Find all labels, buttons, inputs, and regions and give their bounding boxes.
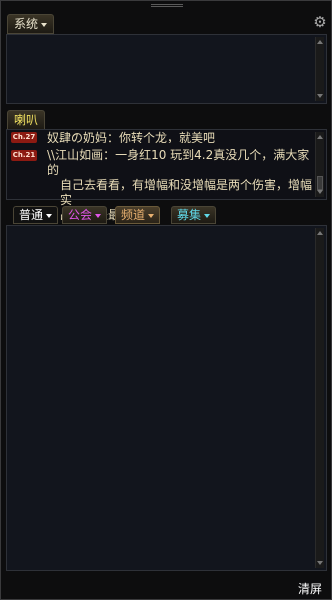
scroll-up-icon[interactable]	[317, 40, 323, 44]
system-tab[interactable]: 系统	[7, 14, 55, 34]
system-tab-label: 系统	[14, 17, 39, 31]
tab-guild[interactable]: 公会	[62, 206, 108, 224]
window-drag-handle[interactable]	[151, 4, 183, 7]
main-chat-pane	[6, 225, 327, 571]
tab-channel[interactable]: 频道	[115, 206, 161, 224]
gear-icon[interactable]: ⚙	[312, 14, 328, 30]
tab-normal-label: 普通	[19, 208, 44, 222]
horn-tab-label: 喇叭	[14, 113, 39, 127]
horn-scrollbar[interactable]	[315, 132, 324, 197]
tab-guild-label: 公会	[68, 208, 93, 222]
tab-normal[interactable]: 普通	[13, 206, 59, 224]
scroll-up-icon[interactable]	[317, 135, 323, 139]
tab-recruit[interactable]: 募集	[171, 206, 217, 224]
chevron-down-icon	[148, 213, 155, 218]
chevron-down-icon	[204, 213, 211, 218]
scroll-thumb[interactable]	[317, 176, 323, 190]
scroll-down-icon[interactable]	[317, 561, 323, 565]
horn-tab[interactable]: 喇叭	[7, 110, 46, 130]
horn-message: 奴肆の奶妈：你转个龙，就美吧	[47, 131, 216, 143]
horn-message-line: \\江山如画：一身红10 玩到4.2真没几个，满大家的	[47, 148, 310, 177]
chevron-down-icon	[95, 213, 102, 218]
clear-screen-button[interactable]: 清屏	[298, 580, 322, 597]
system-message-pane	[6, 34, 327, 104]
scroll-down-icon[interactable]	[317, 94, 323, 98]
chat-window: 系统 ⚙ 喇叭 Ch.27 奴肆の奶妈：你转个龙，就美吧 Ch.21 \\江山如…	[0, 0, 332, 600]
chevron-down-icon	[41, 22, 48, 27]
system-scrollbar[interactable]	[315, 37, 324, 101]
chevron-down-icon	[46, 213, 53, 218]
channel-badge: Ch.21	[11, 150, 37, 161]
tab-channel-label: 频道	[121, 208, 146, 222]
channel-badge: Ch.27	[11, 132, 37, 143]
tab-recruit-label: 募集	[177, 208, 202, 222]
main-scrollbar[interactable]	[315, 228, 324, 568]
scroll-up-icon[interactable]	[317, 231, 323, 235]
horn-message-line: 自己去看看，有增幅和没增幅是两个伤害，增幅实	[60, 178, 313, 207]
scroll-down-icon[interactable]	[317, 190, 323, 194]
